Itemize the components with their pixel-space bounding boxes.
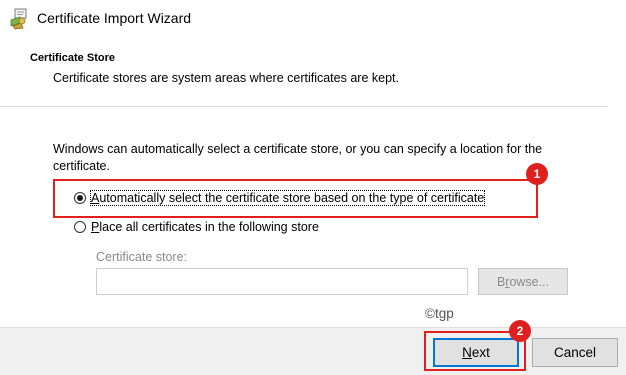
certificate-wizard-icon bbox=[10, 8, 27, 30]
annotation-badge-1: 1 bbox=[526, 163, 548, 185]
section-heading: Certificate Store bbox=[30, 52, 115, 64]
certificate-store-field bbox=[96, 268, 468, 295]
next-button[interactable]: Next bbox=[433, 338, 519, 367]
instructions-text: Windows can automatically select a certi… bbox=[53, 142, 543, 173]
radio-button-unchecked[interactable] bbox=[74, 221, 86, 233]
radio-button-checked[interactable] bbox=[74, 192, 86, 204]
section-description: Certificate stores are system areas wher… bbox=[53, 71, 399, 85]
radio-auto-select-label[interactable]: Automatically select the certificate sto… bbox=[89, 190, 486, 206]
cancel-button[interactable]: Cancel bbox=[532, 338, 618, 367]
radio-place-in-store-label[interactable]: Place all certificates in the following … bbox=[91, 220, 319, 234]
certificate-store-label: Certificate store: bbox=[96, 250, 188, 264]
header-divider bbox=[0, 106, 607, 107]
annotation-badge-2: 2 bbox=[509, 320, 531, 342]
window-title: Certificate Import Wizard bbox=[37, 10, 192, 26]
watermark-text: ©tgp bbox=[425, 306, 454, 321]
browse-button: Br owse... bbox=[478, 268, 568, 295]
radio-auto-select[interactable]: Automatically select the certificate sto… bbox=[74, 188, 486, 208]
title-bar: Certificate Import Wizard bbox=[0, 0, 626, 40]
radio-place-in-store[interactable]: Place all certificates in the following … bbox=[74, 217, 319, 237]
